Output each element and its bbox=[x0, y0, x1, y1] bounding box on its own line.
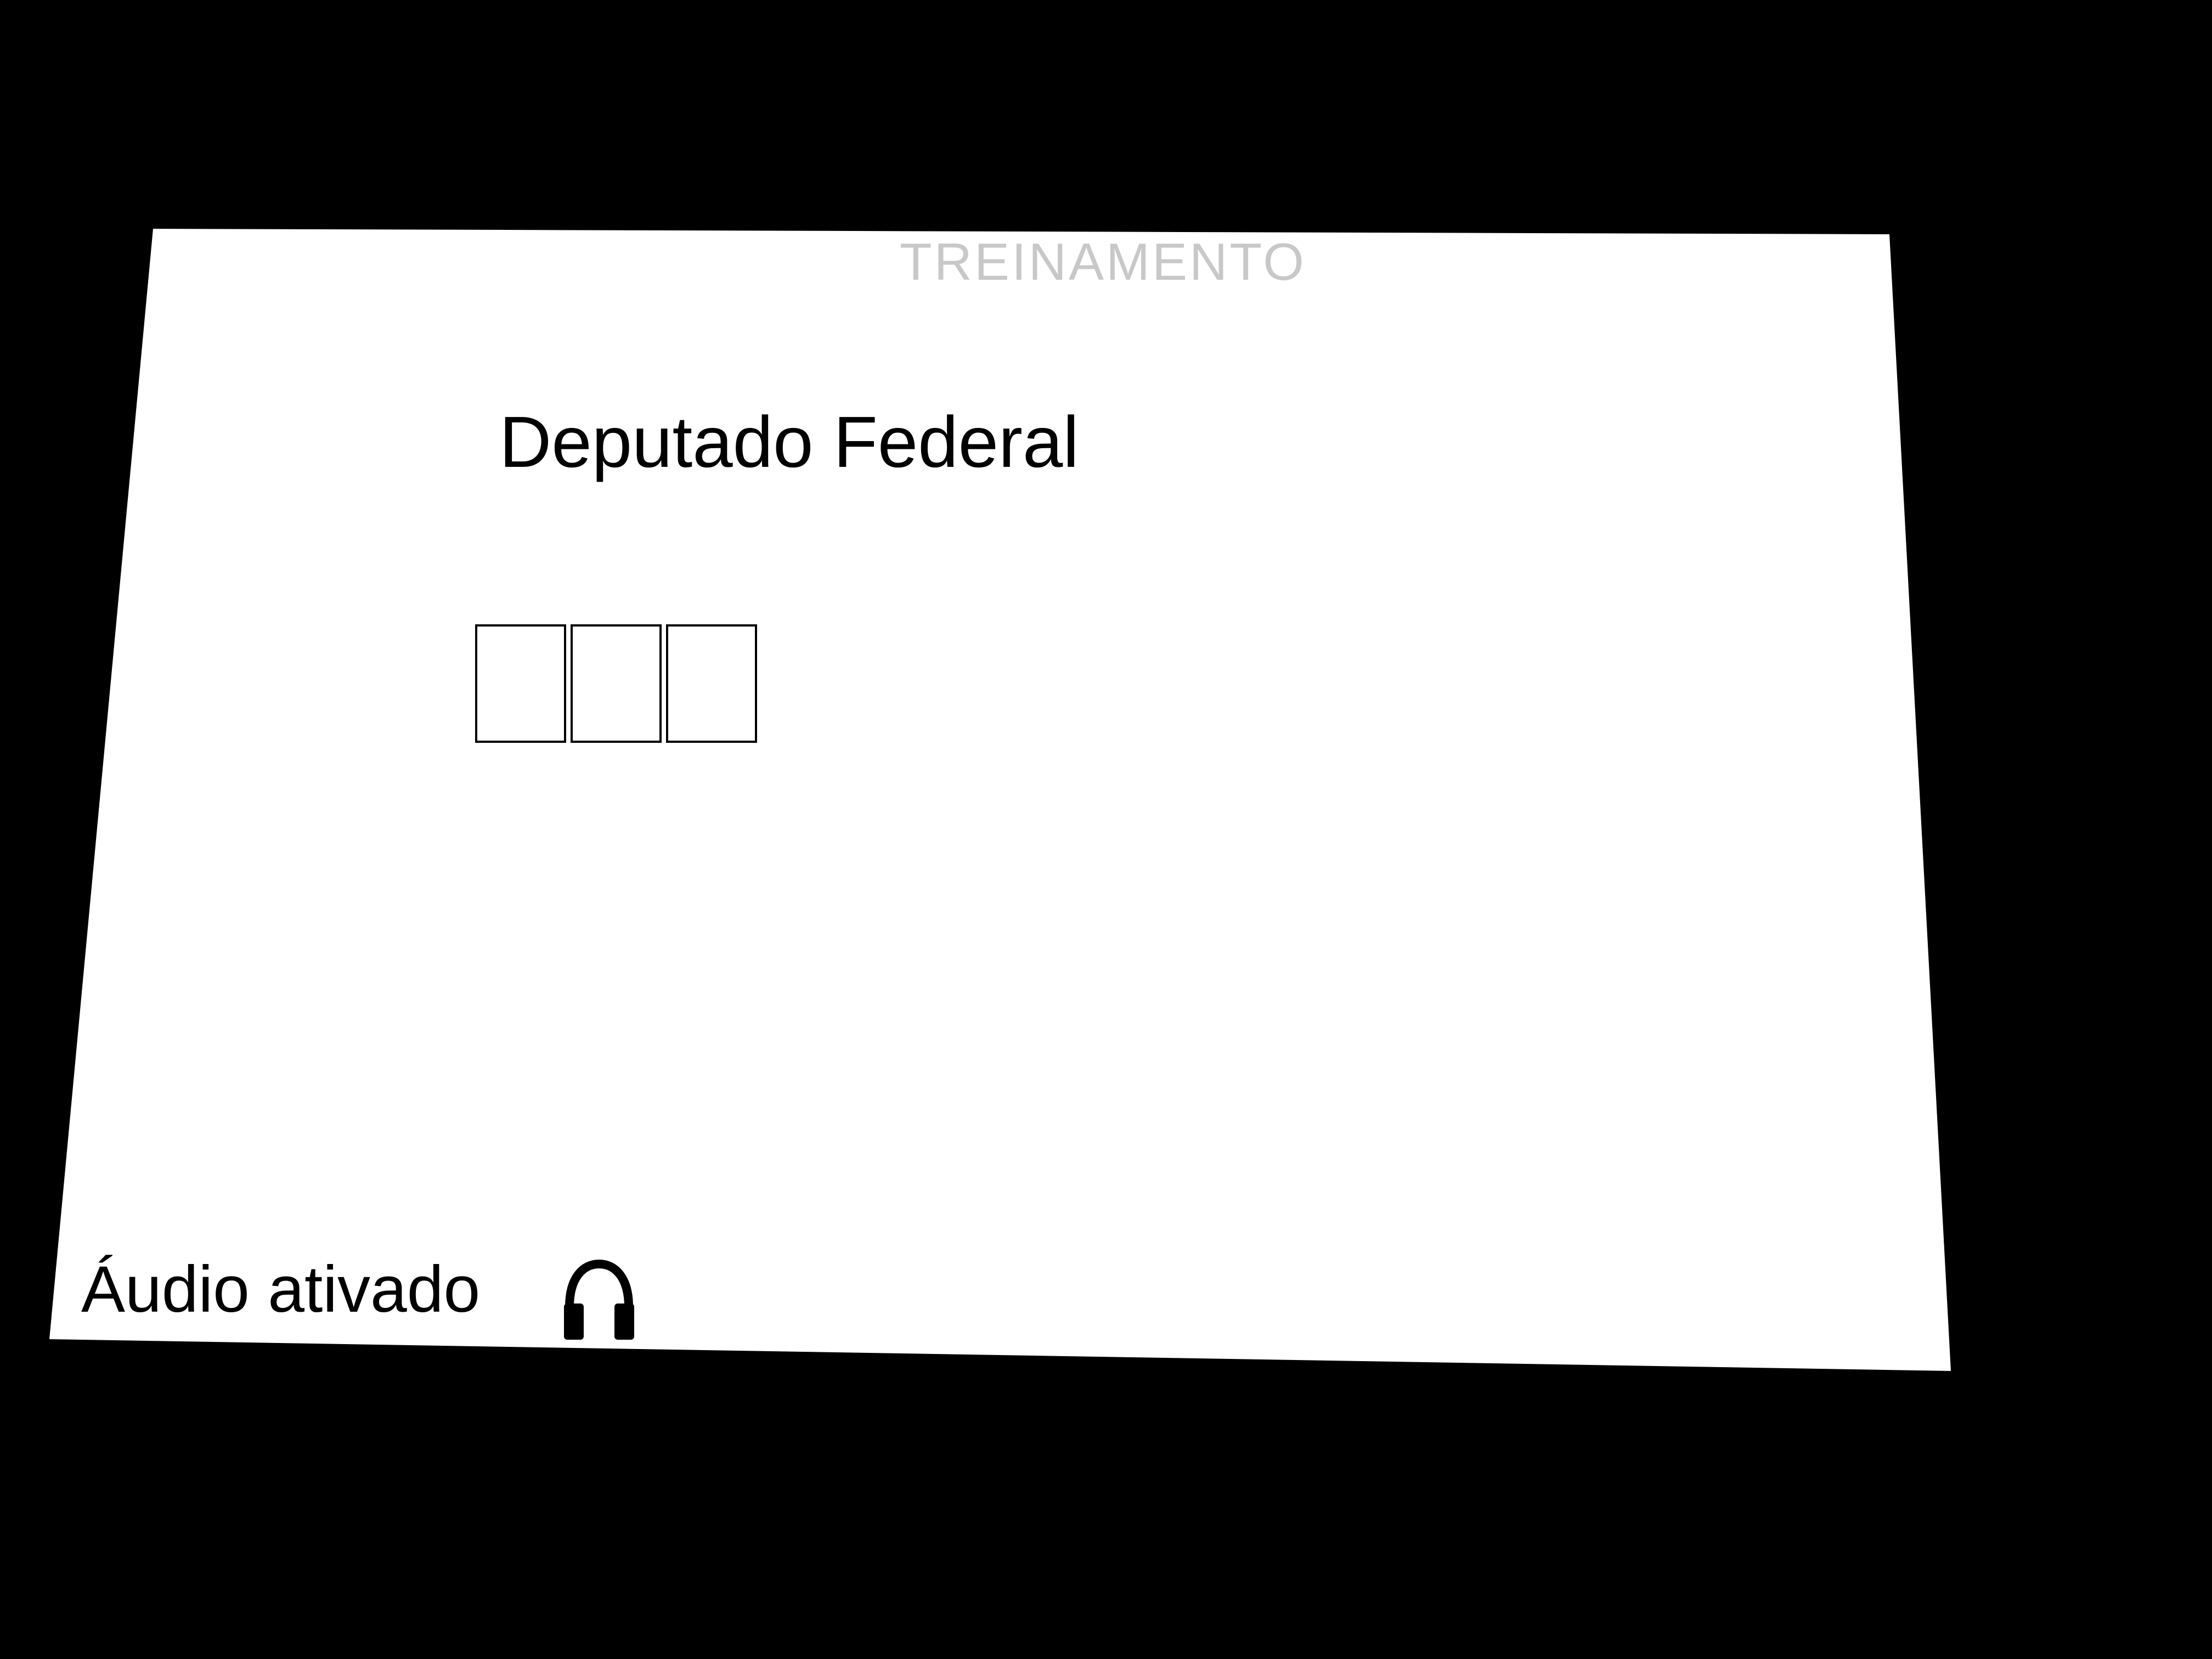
headphones-icon bbox=[564, 1259, 634, 1340]
vote-digit-3[interactable] bbox=[666, 624, 757, 743]
vote-digit-2[interactable] bbox=[571, 624, 662, 743]
training-watermark: TREINAMENTO bbox=[900, 233, 1306, 291]
office-title: Deputado Federal bbox=[499, 402, 1079, 482]
audio-status-label: Áudio ativado bbox=[81, 1252, 481, 1326]
vote-digit-1[interactable] bbox=[475, 624, 566, 743]
voting-screen: TREINAMENTO Deputado Federal Áudio ativa… bbox=[49, 229, 1951, 1371]
vote-number-fields bbox=[475, 624, 757, 743]
